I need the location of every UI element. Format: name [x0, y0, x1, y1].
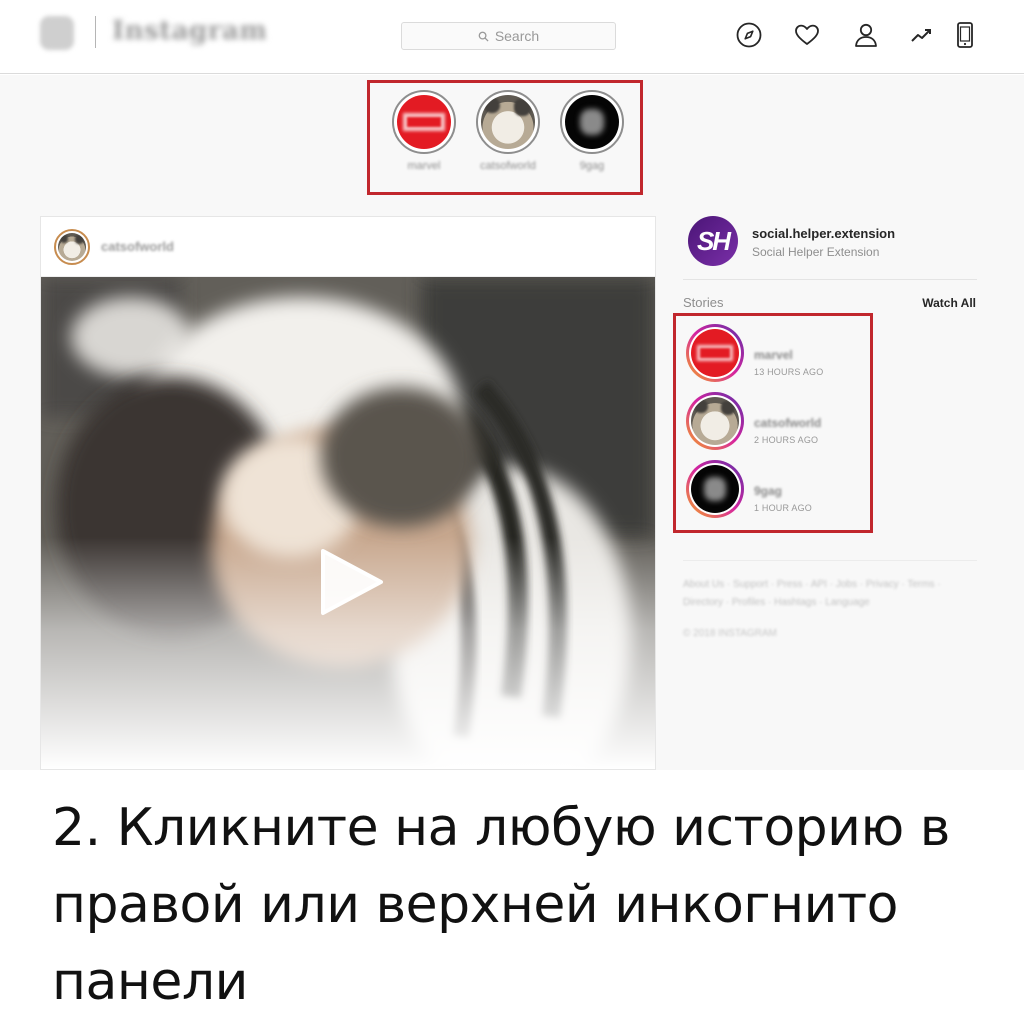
- instruction-caption: 2. Кликните на любую историю в правой ил…: [52, 798, 950, 1012]
- story-ring: [686, 460, 744, 518]
- search-placeholder: Search: [494, 28, 540, 44]
- extension-avatar[interactable]: SH: [688, 216, 738, 266]
- post-author-avatar[interactable]: [54, 229, 90, 265]
- watch-all-link[interactable]: Watch All: [922, 296, 976, 310]
- sidebar-footer-links[interactable]: About Us · Support · Press · API · Jobs …: [683, 576, 973, 612]
- instagram-camera-icon[interactable]: [40, 16, 74, 50]
- sidebar-copyright: © 2018 INSTAGRAM: [683, 628, 777, 639]
- search-icon: [478, 31, 489, 42]
- trend-icon[interactable]: [907, 20, 937, 50]
- instagram-wordmark[interactable]: Instagram: [112, 16, 267, 46]
- sidebar-full-name: Social Helper Extension: [752, 245, 880, 259]
- story-timestamp: 13 HOURS AGO: [754, 367, 824, 377]
- top-story-9gag[interactable]: 9gag: [557, 90, 627, 172]
- post-author-username[interactable]: catsofworld: [101, 239, 174, 254]
- story-ring: [476, 90, 540, 154]
- story-ring: [560, 90, 624, 154]
- post-header: catsofworld: [41, 217, 655, 277]
- phone-icon[interactable]: [950, 20, 980, 50]
- top-story-marvel[interactable]: marvel: [389, 90, 459, 172]
- cat-avatar: [58, 233, 86, 261]
- story-item-marvel[interactable]: marvel 13 HOURS AGO: [686, 324, 866, 384]
- story-timestamp: 2 HOURS AGO: [754, 435, 819, 445]
- marvel-avatar: [397, 95, 451, 149]
- stories-heading: Stories: [683, 295, 724, 310]
- story-username: catsofworld: [480, 160, 536, 172]
- story-username: marvel: [407, 160, 441, 172]
- top-story-catsofworld[interactable]: catsofworld: [473, 90, 543, 172]
- cat-avatar: [691, 397, 739, 445]
- sidebar-divider: [683, 279, 977, 280]
- story-item-9gag[interactable]: 9gag 1 HOUR AGO: [686, 460, 866, 520]
- feed-post: catsofworld: [40, 216, 656, 770]
- 9gag-avatar: [565, 95, 619, 149]
- story-username: catsofworld: [754, 416, 822, 430]
- post-video[interactable]: [41, 277, 655, 769]
- 9gag-avatar: [691, 465, 739, 513]
- story-item-catsofworld[interactable]: catsofworld 2 HOURS AGO: [686, 392, 866, 452]
- heart-icon[interactable]: [792, 20, 822, 50]
- top-incognito-stories-panel: marvel catsofworld 9gag: [367, 80, 643, 195]
- person-icon[interactable]: [851, 20, 881, 50]
- extension-avatar-initials: SH: [696, 225, 731, 256]
- story-username: 9gag: [579, 160, 605, 172]
- story-ring: [686, 392, 744, 450]
- cat-avatar: [481, 95, 535, 149]
- marvel-avatar: [691, 329, 739, 377]
- search-input[interactable]: Search: [401, 22, 616, 50]
- story-timestamp: 1 HOUR AGO: [754, 503, 813, 513]
- logo-divider: [95, 16, 96, 48]
- story-ring: [392, 90, 456, 154]
- story-username: marvel: [754, 348, 793, 362]
- story-username: 9gag: [754, 484, 783, 498]
- compass-icon[interactable]: [734, 20, 764, 50]
- sidebar-footer-divider: [683, 560, 977, 561]
- right-incognito-stories-panel: marvel 13 HOURS AGO catsofworld 2 HOURS …: [673, 313, 873, 533]
- play-icon[interactable]: [319, 547, 389, 617]
- sidebar-username[interactable]: social.helper.extension: [752, 226, 895, 241]
- story-ring: [686, 324, 744, 382]
- top-navigation-bar: Instagram Search: [0, 0, 1024, 74]
